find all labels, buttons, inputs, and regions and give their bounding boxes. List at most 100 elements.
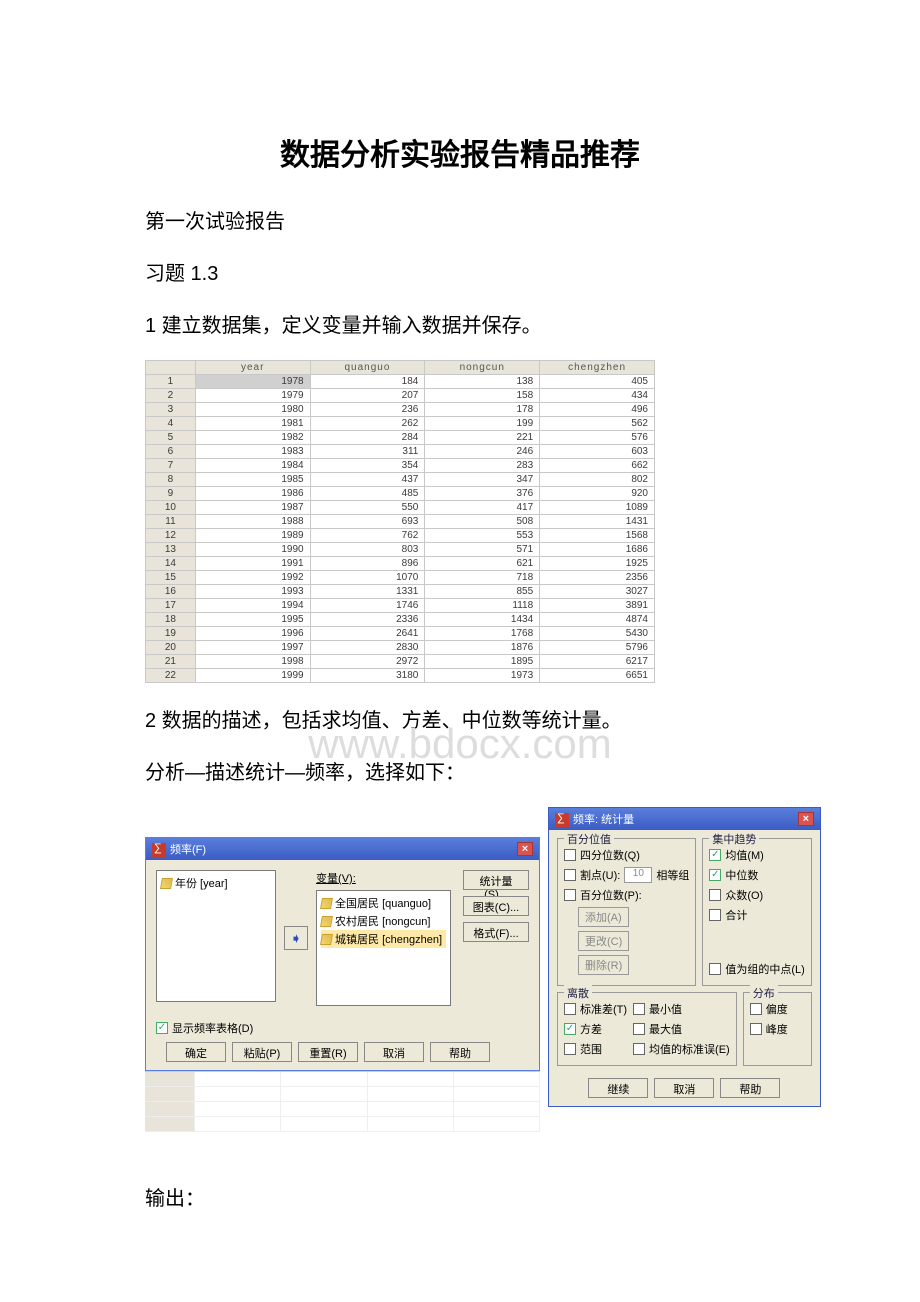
max-checkbox[interactable]: ✓最大值: [633, 1019, 730, 1039]
table-row: 51982284221576: [146, 431, 655, 445]
checkbox-icon[interactable]: ✓: [633, 1023, 645, 1035]
show-freq-table-row[interactable]: ✓ 显示频率表格(D): [156, 1020, 529, 1036]
format-button[interactable]: 格式(F)...: [463, 922, 529, 942]
group-dispersion: 离散 ✓标准差(T) ✓方差 ✓范围 ✓最小值 ✓最大值 ✓均值的标准误(E): [557, 992, 737, 1066]
table-row: 221999318019736651: [146, 669, 655, 683]
variance-checkbox[interactable]: ✓方差: [564, 1019, 627, 1039]
sum-checkbox[interactable]: ✓合计: [709, 905, 804, 925]
checkbox-icon[interactable]: ✓: [564, 849, 576, 861]
close-icon[interactable]: ×: [517, 842, 533, 856]
list-item[interactable]: 全国居民 [quanguo]: [321, 894, 446, 912]
table-row: 11978184138405: [146, 375, 655, 389]
paragraph-exercise: 习题 1.3: [145, 256, 775, 292]
table-row: 91986485376920: [146, 487, 655, 501]
continue-button[interactable]: 继续: [588, 1078, 648, 1098]
paragraph-step2b: 分析—描述统计—频率，选择如下：: [145, 755, 775, 791]
checkbox-icon[interactable]: ✓: [564, 1023, 576, 1035]
table-row: 81985437347802: [146, 473, 655, 487]
table-row: 71984354283662: [146, 459, 655, 473]
table-row: 41981262199562: [146, 417, 655, 431]
table-row: 1119886935081431: [146, 515, 655, 529]
cutpoints-checkbox[interactable]: ✓割点(U):10相等组: [564, 865, 689, 885]
checkbox-icon[interactable]: ✓: [750, 1023, 762, 1035]
checkbox-icon[interactable]: ✓: [750, 1003, 762, 1015]
dialog-statistics-title: 频率: 统计量: [573, 814, 634, 826]
table-row: 1419918966211925: [146, 557, 655, 571]
checkbox-icon[interactable]: ✓: [709, 889, 721, 901]
dialog-statistics: 频率: 统计量 × 百分位值 ✓四分位数(Q) ✓割点(U):10相等组 ✓百分…: [548, 807, 821, 1107]
mean-checkbox[interactable]: ✓均值(M): [709, 845, 804, 865]
table-header-row: year quanguo nongcun chengzhen: [146, 361, 655, 375]
help-button[interactable]: 帮助: [720, 1078, 780, 1098]
dialog-frequency: 频率(F) × 年份 [year] ➧ 变量(V): 全国居民 [quanguo…: [145, 837, 540, 1071]
group-percentile: 百分位值 ✓四分位数(Q) ✓割点(U):10相等组 ✓百分位数(P): 添加(…: [557, 838, 696, 986]
std-checkbox[interactable]: ✓标准差(T): [564, 999, 627, 1019]
show-freq-table-label: 显示频率表格(D): [172, 1020, 253, 1036]
min-checkbox[interactable]: ✓最小值: [633, 999, 730, 1019]
spss-icon: [152, 843, 166, 857]
page-title: 数据分析实验报告精品推荐: [145, 130, 775, 174]
change-button[interactable]: 更改(C): [578, 931, 629, 951]
quartiles-checkbox[interactable]: ✓四分位数(Q): [564, 845, 689, 865]
variables-label: 变量(V):: [316, 870, 451, 886]
table-row: 61983311246603: [146, 445, 655, 459]
table-row: 201997283018765796: [146, 641, 655, 655]
list-item[interactable]: 农村居民 [nongcun]: [321, 912, 446, 930]
midpoint-checkbox[interactable]: ✓值为组的中点(L): [709, 959, 804, 979]
target-variable-list[interactable]: 全国居民 [quanguo] 农村居民 [nongcun] 城镇居民 [chen…: [316, 890, 451, 1006]
skewness-checkbox[interactable]: ✓偏度: [750, 999, 805, 1019]
checkbox-icon[interactable]: ✓: [564, 889, 576, 901]
checkbox-icon[interactable]: ✓: [564, 1003, 576, 1015]
checkbox-icon[interactable]: ✓: [156, 1022, 168, 1034]
table-row: 1219897625531568: [146, 529, 655, 543]
dialog-frequency-title: 频率(F): [170, 844, 206, 856]
output-label: 输出：: [145, 1181, 775, 1217]
dialog-statistics-titlebar: 频率: 统计量 ×: [549, 808, 820, 830]
checkbox-icon[interactable]: ✓: [709, 963, 721, 975]
dialog-frequency-titlebar: 频率(F) ×: [146, 838, 539, 860]
checkbox-icon[interactable]: ✓: [564, 869, 576, 881]
paste-button[interactable]: 粘贴(P): [232, 1042, 292, 1062]
add-button[interactable]: 添加(A): [578, 907, 629, 927]
scale-icon: [160, 878, 173, 889]
checkbox-icon[interactable]: ✓: [709, 849, 721, 861]
checkbox-icon[interactable]: ✓: [633, 1003, 645, 1015]
spss-icon: [555, 813, 569, 827]
table-row: 31980236178496: [146, 403, 655, 417]
grid-underlay: [145, 1071, 540, 1131]
kurtosis-checkbox[interactable]: ✓峰度: [750, 1019, 805, 1039]
group-central-tendency: 集中趋势 ✓均值(M) ✓中位数 ✓众数(O) ✓合计 ✓值为组的中点(L): [702, 838, 811, 986]
checkbox-icon[interactable]: ✓: [633, 1043, 645, 1055]
scale-icon: [320, 934, 333, 945]
percentiles-checkbox[interactable]: ✓百分位数(P):: [564, 885, 689, 905]
scale-icon: [320, 916, 333, 927]
se-checkbox[interactable]: ✓均值的标准误(E): [633, 1039, 730, 1059]
checkbox-icon[interactable]: ✓: [709, 869, 721, 881]
source-variable-list[interactable]: 年份 [year]: [156, 870, 276, 1002]
median-checkbox[interactable]: ✓中位数: [709, 865, 804, 885]
range-checkbox[interactable]: ✓范围: [564, 1039, 627, 1059]
list-item[interactable]: 城镇居民 [chengzhen]: [321, 930, 446, 948]
cancel-button[interactable]: 取消: [654, 1078, 714, 1098]
paragraph-report-heading: 第一次试验报告: [145, 204, 775, 240]
charts-button[interactable]: 图表(C)...: [463, 896, 529, 916]
scale-icon: [320, 898, 333, 909]
move-right-button[interactable]: ➧: [284, 926, 308, 950]
cutpoints-input[interactable]: 10: [624, 867, 652, 883]
paragraph-step1: 1 建立数据集，定义变量并输入数据并保存。: [145, 308, 775, 344]
spss-data-table: year quanguo nongcun chengzhen 119781841…: [145, 360, 655, 683]
remove-button[interactable]: 删除(R): [578, 955, 629, 975]
paragraph-step2: 2 数据的描述，包括求均值、方差、中位数等统计量。: [145, 703, 775, 739]
list-item[interactable]: 年份 [year]: [161, 874, 271, 892]
mode-checkbox[interactable]: ✓众数(O): [709, 885, 804, 905]
statistics-button[interactable]: 统计量(S)...: [463, 870, 529, 890]
help-button[interactable]: 帮助: [430, 1042, 490, 1062]
table-row: 21979207158434: [146, 389, 655, 403]
reset-button[interactable]: 重置(R): [298, 1042, 358, 1062]
cancel-button[interactable]: 取消: [364, 1042, 424, 1062]
ok-button[interactable]: 确定: [166, 1042, 226, 1062]
close-icon[interactable]: ×: [798, 812, 814, 826]
table-row: 211998297218956217: [146, 655, 655, 669]
checkbox-icon[interactable]: ✓: [564, 1043, 576, 1055]
checkbox-icon[interactable]: ✓: [709, 909, 721, 921]
